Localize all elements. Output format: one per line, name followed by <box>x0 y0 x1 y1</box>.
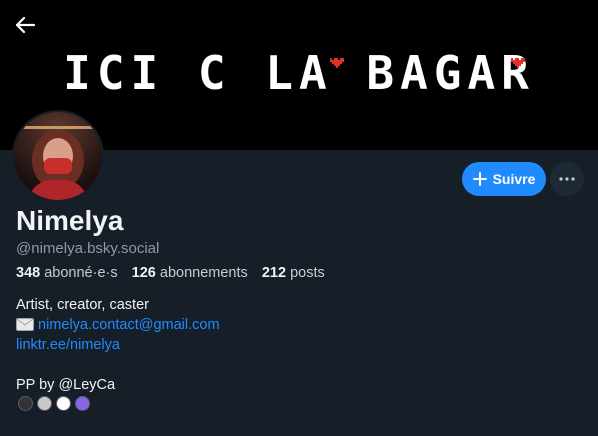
following-label: abonnements <box>159 265 248 281</box>
following-stat[interactable]: 126 abonnements <box>132 265 248 281</box>
followers-label: abonné·e·s <box>44 265 118 281</box>
email-link[interactable]: nimelya.contact@gmail.com <box>38 317 220 333</box>
display-name: Nimelya <box>16 205 124 236</box>
envelope-icon <box>16 318 34 331</box>
followers-count: 348 <box>16 265 41 281</box>
following-count: 126 <box>131 265 156 281</box>
posts-label: posts <box>290 265 325 281</box>
arrow-left-icon <box>15 16 36 34</box>
profile-bio: Artist, creator, caster nimelya.contact@… <box>16 295 220 395</box>
banner-text: ICI C LA BAGAR <box>63 46 535 100</box>
color-dot <box>75 396 90 411</box>
follow-button[interactable]: Suivre <box>462 162 546 196</box>
color-dot <box>37 396 52 411</box>
heart-icon <box>330 58 344 68</box>
avatar[interactable] <box>12 110 104 202</box>
profile-stats: 348 abonné·e·s 126 abonnements 212 posts <box>16 265 325 281</box>
bio-line: Artist, creator, caster <box>16 297 149 313</box>
ellipsis-icon <box>559 177 575 181</box>
color-dots <box>18 396 90 411</box>
handle: @nimelya.bsky.social <box>16 240 160 257</box>
bio-credit: PP by @LeyCa <box>16 377 116 393</box>
back-button[interactable] <box>8 8 42 42</box>
followers-stat[interactable]: 348 abonné·e·s <box>16 265 118 281</box>
avatar-image <box>14 112 102 200</box>
posts-count: 212 <box>261 265 287 281</box>
plus-icon <box>472 172 487 186</box>
color-dot <box>56 396 71 411</box>
linktree-link[interactable]: linktr.ee/nimelya <box>16 337 120 353</box>
heart-icon <box>511 58 525 68</box>
color-dot <box>18 396 33 411</box>
follow-label: Suivre <box>492 171 536 187</box>
posts-stat: 212 posts <box>262 265 325 281</box>
bio-email-line: nimelya.contact@gmail.com <box>16 315 220 335</box>
more-options-button[interactable] <box>550 162 584 196</box>
